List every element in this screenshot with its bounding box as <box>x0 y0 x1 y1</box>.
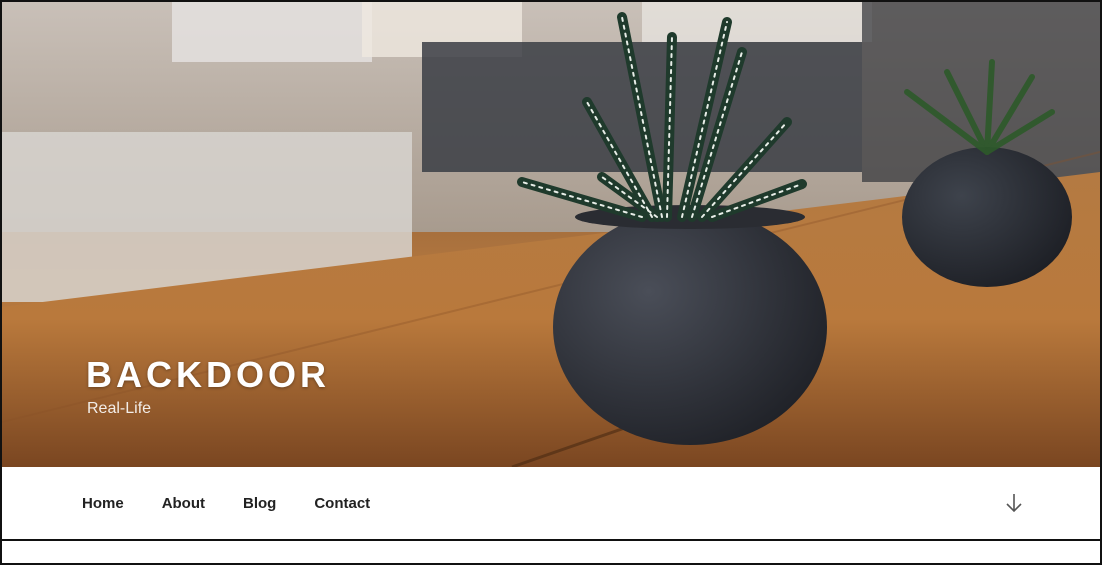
header-photo-illustration <box>2 2 1100 467</box>
nav-item-blog[interactable]: Blog <box>243 495 276 512</box>
header-image: BACKDOOR Real-Life <box>2 2 1100 467</box>
nav-item-contact[interactable]: Contact <box>314 495 370 512</box>
nav-item-about[interactable]: About <box>162 495 205 512</box>
arrow-down-icon[interactable] <box>1004 491 1024 515</box>
nav-item-home[interactable]: Home <box>82 495 124 512</box>
main-navigation: Home About Blog Contact <box>2 467 1100 541</box>
site-description: Real-Life <box>87 400 152 417</box>
site-title[interactable]: BACKDOOR <box>86 354 330 396</box>
nav-menu: Home About Blog Contact <box>82 495 408 512</box>
